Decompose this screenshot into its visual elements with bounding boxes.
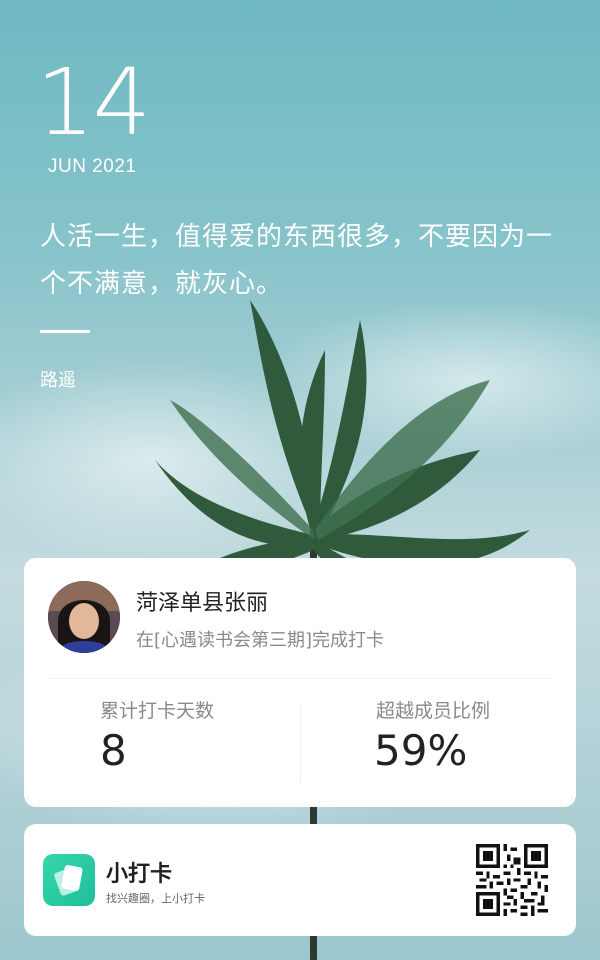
quote-divider [40, 330, 90, 333]
checkin-card: 菏泽单县张丽 在[心遇读书会第三期]完成打卡 累计打卡天数 8 超越成员比例 5… [24, 558, 576, 807]
stat-value-exceed-ratio: 59% [374, 726, 468, 775]
user-name: 菏泽单县张丽 [136, 591, 269, 616]
app-name: 小打卡 [106, 862, 173, 887]
date-month-year: JUN 2021 [48, 156, 137, 177]
qr-code-icon[interactable] [476, 844, 548, 916]
stats-divider [300, 703, 301, 783]
app-promo-card: 小打卡 找兴趣圈，上小打卡 [24, 824, 576, 936]
avatar-photo-icon [48, 581, 120, 653]
avatar[interactable] [48, 581, 120, 653]
quote-text: 人活一生，值得爱的东西很多，不要因为一个不满意，就灰心。 [40, 222, 554, 299]
quote-author: 路遥 [40, 370, 76, 391]
checkin-status: 在[心遇读书会第三期]完成打卡 [136, 630, 385, 651]
divider [48, 678, 552, 679]
app-slogan: 找兴趣圈，上小打卡 [106, 892, 205, 905]
stat-label-exceed-ratio: 超越成员比例 [376, 700, 491, 722]
app-logo-icon[interactable] [43, 854, 95, 906]
stat-label-total-days: 累计打卡天数 [100, 700, 215, 722]
stat-value-total-days: 8 [100, 726, 127, 775]
date-day: 14 [36, 49, 151, 156]
